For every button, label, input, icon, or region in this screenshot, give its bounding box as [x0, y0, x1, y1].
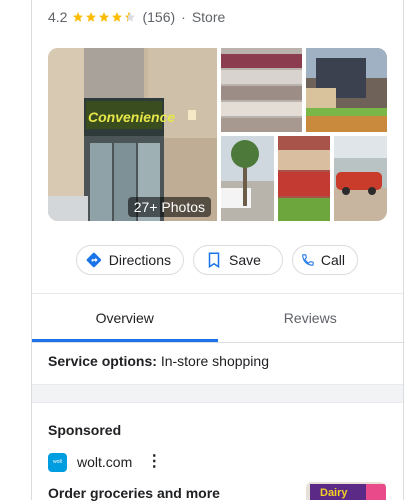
- action-buttons: Directions Save Call: [76, 245, 358, 275]
- rating-value: 4.2: [48, 9, 68, 25]
- bookmark-icon: [208, 252, 220, 269]
- tab-overview[interactable]: Overview: [32, 294, 218, 342]
- rating-stars: [72, 11, 137, 23]
- service-options-value: In-store shopping: [160, 353, 269, 369]
- star-outline-icon: [125, 12, 136, 22]
- ad-thumb-text: Dairy: [320, 487, 348, 499]
- directions-icon: [86, 252, 102, 268]
- street-car-photo[interactable]: [334, 136, 387, 221]
- shelf-photo[interactable]: [221, 48, 302, 132]
- store-front-photo[interactable]: Convenience 27+ Photos: [48, 48, 217, 221]
- review-count-link[interactable]: (156): [142, 9, 175, 25]
- star-icon: [73, 12, 84, 22]
- category-label: Store: [191, 9, 226, 25]
- divider: [32, 402, 403, 403]
- service-options-label: Service options:: [48, 353, 157, 369]
- call-label: Call: [320, 252, 345, 268]
- wolt-logo-icon: wolt: [48, 452, 67, 472]
- sponsored-heading: Sponsored: [48, 422, 122, 438]
- star-icon: [112, 12, 123, 22]
- exterior-palm-photo[interactable]: [221, 136, 274, 221]
- star-icon: [86, 12, 97, 22]
- directions-button[interactable]: Directions: [76, 245, 184, 275]
- divider: [32, 342, 403, 343]
- ad-thumbnail[interactable]: Dairy: [306, 482, 386, 500]
- ad-title-link[interactable]: Order groceries and more: [48, 485, 220, 501]
- section-separator: [32, 385, 403, 402]
- save-button[interactable]: Save: [193, 245, 283, 275]
- phone-icon: [302, 254, 314, 266]
- card-border: [403, 0, 404, 500]
- tab-bar: Overview Reviews: [32, 294, 403, 342]
- service-options: Service options: In-store shopping: [48, 353, 269, 369]
- rating-row: 4.2 (156) · Store: [48, 7, 225, 27]
- tab-reviews[interactable]: Reviews: [218, 294, 404, 342]
- directions-label: Directions: [108, 252, 171, 268]
- photo-gallery: Convenience 27+ Photos: [48, 48, 388, 221]
- photo-count-badge[interactable]: 27+ Photos: [127, 197, 211, 217]
- ad-domain-link[interactable]: wolt.com: [77, 454, 132, 470]
- card-border: [31, 0, 32, 500]
- call-button[interactable]: Call: [292, 245, 358, 275]
- snacks-photo[interactable]: [278, 136, 330, 221]
- more-options-icon[interactable]: ⋮: [146, 454, 162, 470]
- ad-source-row: wolt wolt.com ⋮: [48, 452, 162, 472]
- separator-dot: ·: [181, 9, 186, 25]
- store-sign-text: Convenience: [88, 109, 175, 125]
- save-label: Save: [229, 252, 261, 268]
- produce-photo[interactable]: [306, 48, 387, 132]
- star-icon: [99, 12, 110, 22]
